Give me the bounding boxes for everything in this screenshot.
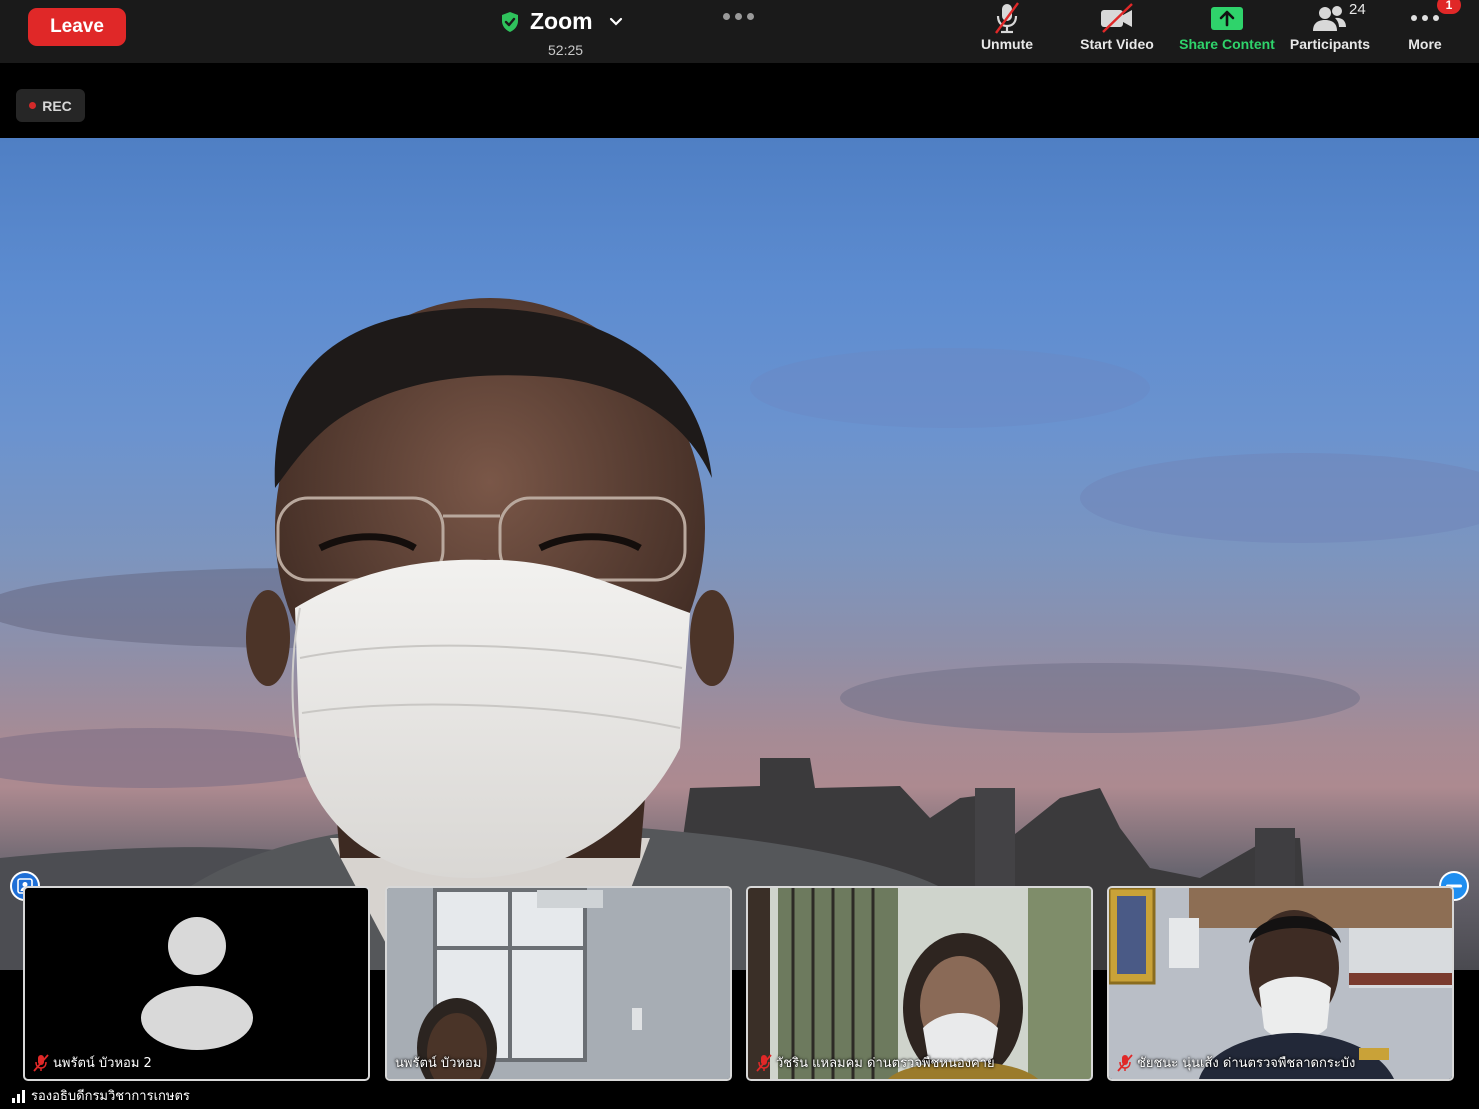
people-icon [1313,6,1346,31]
mic-muted-icon [995,2,1019,34]
participant-name-tag: นพรัตน์ บัวหอม 2 [33,1052,152,1073]
share-content-button[interactable]: Share Content [1172,0,1282,63]
participant-name-tag: นพรัตน์ บัวหอม [395,1052,481,1073]
meeting-toolbar: Leave Zoom 52:25 Unmute Start Video Shar… [0,0,1479,63]
ellipsis-icon [1411,15,1439,21]
active-speaker-name: รองอธิบดีกรมวิชาการเกษตร [31,1089,190,1104]
participant-video-frame [1109,888,1452,1079]
participant-thumbnail[interactable]: ชัยชนะ นุ่นเส้ง ด่านตรวจพืชลาดกระบัง [1107,886,1454,1081]
recording-label: REC [42,97,72,114]
start-video-label: Start Video [1080,36,1154,52]
share-content-label: Share Content [1179,36,1275,52]
chevron-down-icon [609,17,622,26]
notification-badge: 1 [1437,0,1461,14]
participant-name: ชัยชนะ นุ่นเส้ง ด่านตรวจพืชลาดกระบัง [1137,1056,1356,1071]
video-off-icon [1101,3,1133,33]
meeting-title-dropdown[interactable]: Zoom [500,8,623,35]
leave-button[interactable]: Leave [28,8,126,46]
signal-strength-icon [12,1089,25,1103]
participants-label: Participants [1289,36,1371,52]
participant-name-tag: ชัยชนะ นุ่นเส้ง ด่านตรวจพืชลาดกระบัง [1117,1052,1355,1073]
speaker-info-bar: รองอธิบดีกรมวิชาการเกษตร [0,1081,1479,1109]
shield-check-icon [502,11,518,32]
participant-thumbnail[interactable]: นพรัตน์ บัวหอม 2 [23,886,370,1081]
active-speaker-label: รองอธิบดีกรมวิชาการเกษตร [12,1085,190,1106]
participant-name: วัชริน แหลมคม ด่านตรวจพืชหนองคาย [776,1056,995,1071]
participant-name: นพรัตน์ บัวหอม [395,1056,482,1071]
mic-muted-icon [33,1053,49,1072]
recording-indicator[interactable]: REC [16,89,85,122]
unmute-label: Unmute [980,36,1034,52]
unmute-button[interactable]: Unmute [972,0,1042,63]
record-dot-icon [29,102,37,109]
more-label: More [1408,36,1442,52]
avatar-placeholder-icon [141,917,253,1050]
start-video-button[interactable]: Start Video [1072,0,1162,63]
participants-count: 24 [1349,1,1366,18]
meeting-timer: 52:25 [548,42,584,58]
mic-muted-icon [1117,1053,1133,1072]
speaker-video-frame [0,298,1479,970]
share-arrow-icon [1211,7,1243,30]
participant-video-frame [387,888,730,1079]
participant-thumbnail[interactable]: วัชริน แหลมคม ด่านตรวจพืชหนองคาย [746,886,1093,1081]
meeting-title: Zoom [530,8,593,34]
participant-video-frame [748,888,1091,1079]
ellipsis-drag-icon[interactable] [723,10,757,22]
mic-muted-icon [756,1053,772,1072]
participant-name: นพรัตน์ บัวหอม 2 [53,1056,152,1071]
participant-name-tag: วัชริน แหลมคม ด่านตรวจพืชหนองคาย [756,1052,995,1073]
active-speaker-video[interactable] [0,138,1479,970]
participant-thumbnail[interactable]: นพรัตน์ บัวหอม [385,886,732,1081]
